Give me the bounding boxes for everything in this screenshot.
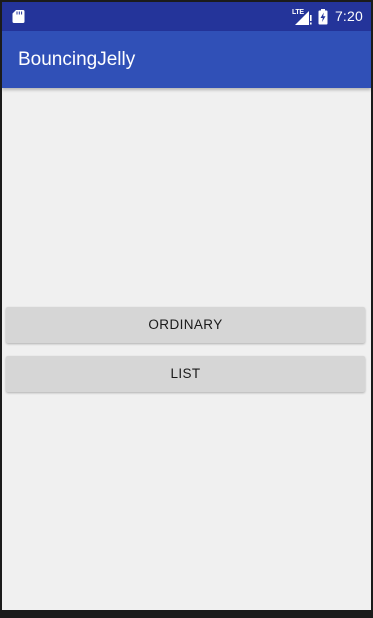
status-indicators: LTE 7:20 [292,2,363,31]
status-clock: 7:20 [334,8,363,24]
ordinary-button[interactable]: ORDINARY [6,307,365,343]
battery-charging-icon [318,8,328,24]
status-bar: LTE 7:20 [2,2,371,31]
network-indicator: LTE [292,9,312,25]
signal-icon [294,10,312,25]
app-toolbar: BouncingJelly [2,31,371,88]
list-button[interactable]: LIST [6,356,365,392]
sd-card-icon [12,10,25,23]
device-screen: LTE 7:20 BouncingJelly ORDINARY LIST [2,2,371,610]
app-title: BouncingJelly [18,49,136,70]
